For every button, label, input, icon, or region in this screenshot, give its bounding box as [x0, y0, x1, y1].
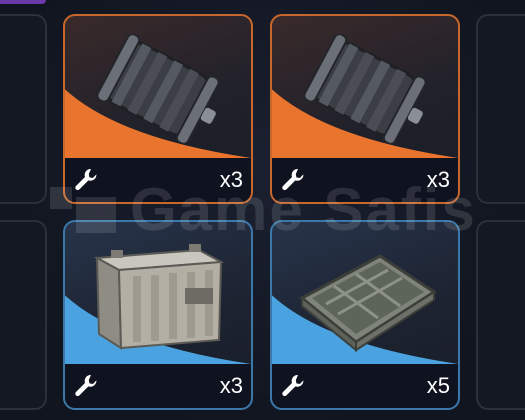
inventory-slot-stator[interactable]: x3	[270, 14, 460, 204]
slot-footer: x5	[272, 364, 458, 408]
item-quantity: x3	[219, 373, 243, 398]
wrench-icon	[282, 168, 304, 191]
stator-drum-image	[96, 34, 220, 144]
slot-footer: x3	[65, 158, 251, 202]
metal-tray-image	[299, 254, 437, 353]
wrench-icon	[75, 168, 97, 191]
inventory-slot-empty[interactable]	[0, 14, 47, 204]
inventory-slot-stator[interactable]: x3	[63, 14, 253, 204]
inventory-slot-battery[interactable]: x3	[63, 220, 253, 410]
item-quantity: x5	[426, 373, 450, 398]
wrench-icon	[75, 374, 97, 397]
inventory-slot-empty[interactable]	[476, 220, 525, 410]
wrench-icon	[282, 374, 304, 397]
inventory-slot-empty[interactable]	[476, 14, 525, 204]
item-quantity: x3	[219, 167, 243, 192]
slot-footer: x3	[65, 364, 251, 408]
item-quantity: x3	[426, 167, 450, 192]
stator-drum-image	[303, 34, 427, 144]
slot-footer: x3	[272, 158, 458, 202]
car-battery-image	[93, 244, 225, 350]
inventory-slot-tray[interactable]: x5	[270, 220, 460, 410]
selection-accent	[0, 0, 46, 4]
inventory-slot-empty[interactable]	[0, 220, 47, 410]
